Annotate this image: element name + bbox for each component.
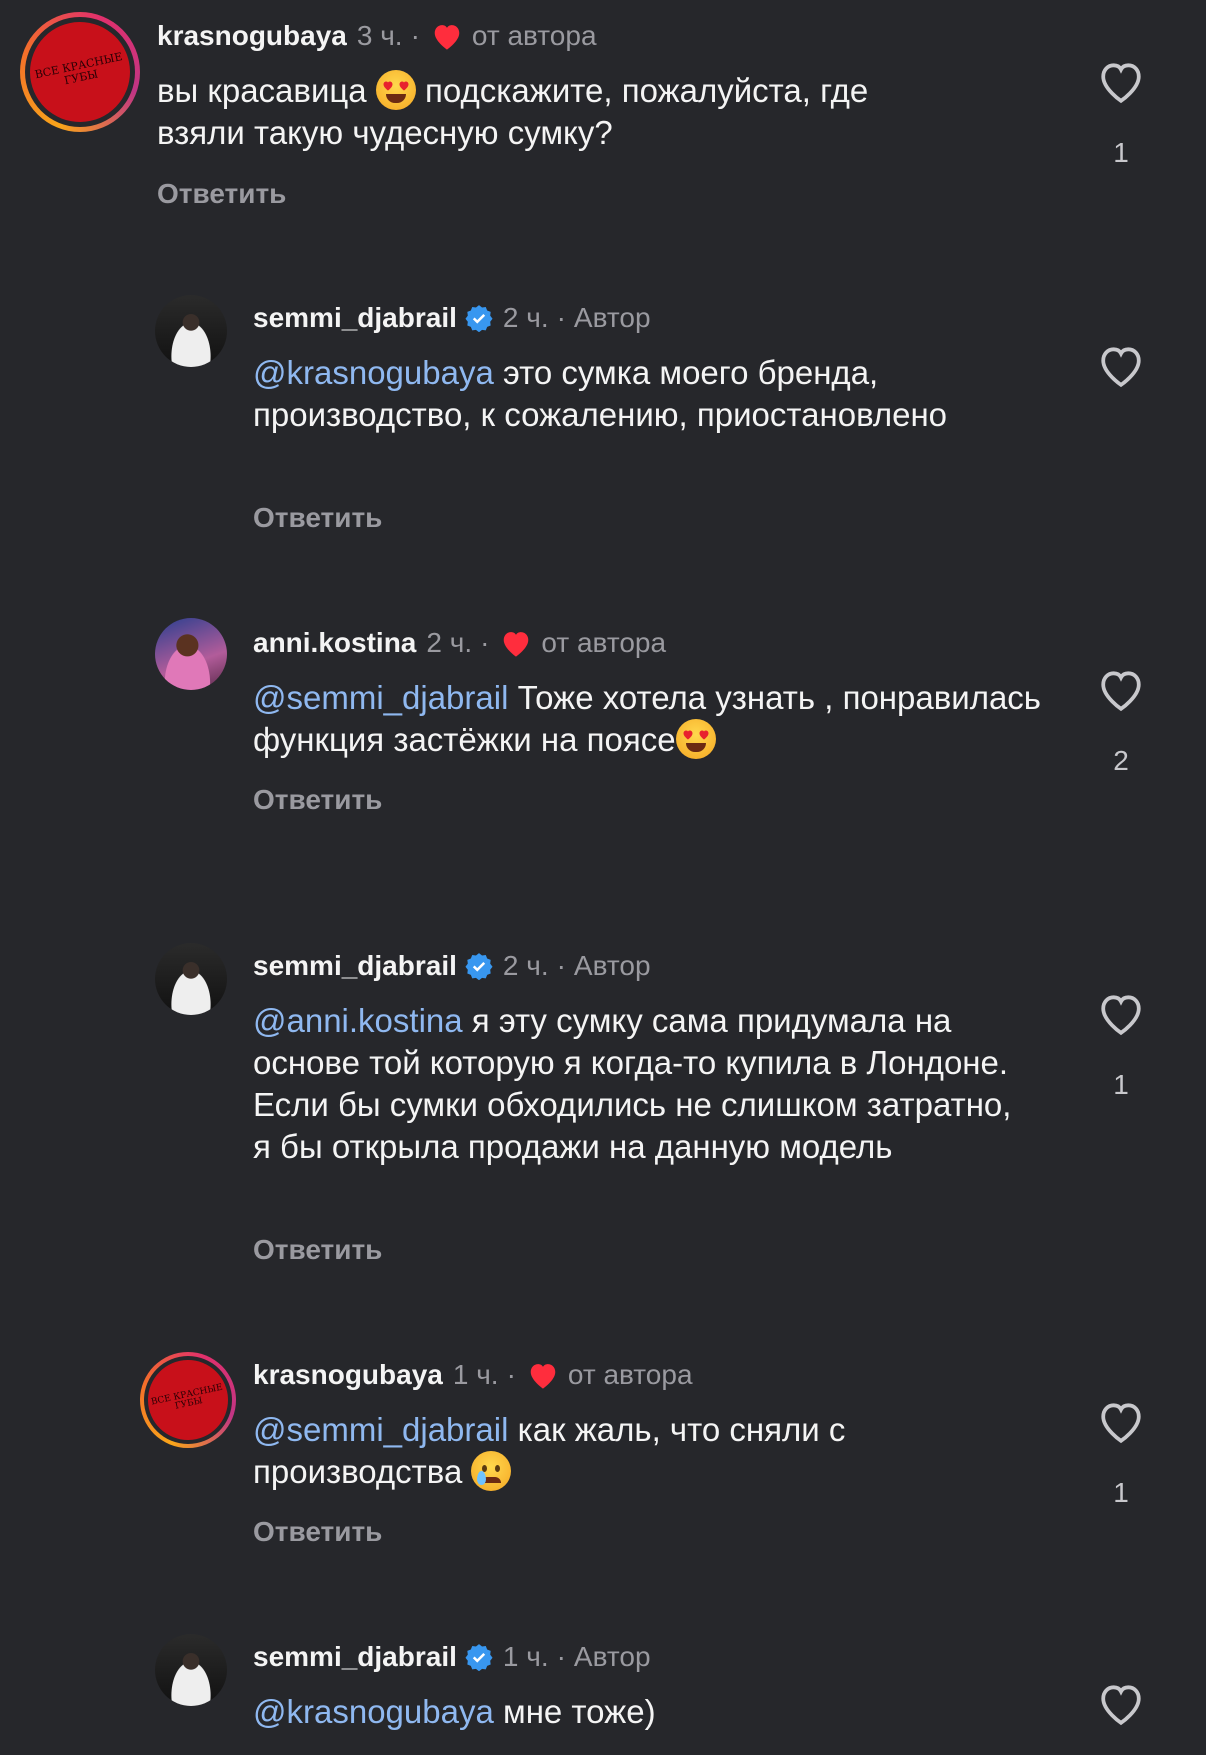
like-control [1094, 342, 1148, 393]
avatar[interactable]: ВСЕ КРАСНЫЕ ГУБЫ [140, 1352, 236, 1448]
comment-username[interactable]: semmi_djabrail [253, 302, 457, 334]
comment-text: вы красавица подскажите, пожалуйста, где… [157, 70, 869, 151]
avatar[interactable] [155, 295, 227, 367]
comment-text: @krasnogubaya мне тоже) [253, 1693, 656, 1730]
comment-username[interactable]: semmi_djabrail [253, 950, 457, 982]
like-heart-icon[interactable] [1095, 58, 1147, 104]
separator-dot: · [556, 950, 566, 981]
comment-username[interactable]: krasnogubaya [253, 1359, 443, 1391]
like-control: 1 [1094, 990, 1148, 1101]
mention-link[interactable]: @semmi_djabrail [253, 679, 508, 716]
comment-time: 2 ч. [502, 950, 549, 981]
like-count: 1 [1113, 137, 1129, 168]
like-heart-icon[interactable] [1095, 1680, 1147, 1726]
reply-button[interactable]: Ответить [157, 178, 286, 210]
comment-time: 1 ч. [452, 1359, 499, 1390]
mention-link[interactable]: @krasnogubaya [253, 354, 494, 391]
author-label: Автор [573, 1641, 651, 1672]
avatar-logo: ВСЕ КРАСНЫЕ ГУБЫ [140, 1352, 236, 1448]
mention-link[interactable]: @krasnogubaya [253, 1693, 494, 1730]
avatar[interactable] [155, 618, 227, 690]
like-control: 1 [1094, 1398, 1148, 1509]
like-heart-icon[interactable] [1095, 666, 1147, 712]
reply-button[interactable]: Ответить [253, 502, 382, 534]
comment-time: 3 ч. [356, 20, 403, 51]
verified-badge-icon [465, 1644, 493, 1671]
like-count: 2 [1113, 745, 1129, 776]
mention-link[interactable]: @semmi_djabrail [253, 1411, 508, 1448]
like-heart-icon[interactable] [1095, 990, 1147, 1036]
separator-dot: · [410, 20, 420, 51]
like-control: 2 [1094, 666, 1148, 777]
reply-button[interactable]: Ответить [253, 1234, 382, 1266]
heart-eyes-emoji-icon [675, 719, 716, 759]
comment-time: 2 ч. [426, 627, 473, 658]
avatar[interactable]: ВСЕ КРАСНЫЕ ГУБЫ [20, 12, 140, 132]
reply-button[interactable]: Ответить [253, 1516, 382, 1548]
like-heart-icon[interactable] [1095, 342, 1147, 388]
comment-text: @semmi_djabrail как жаль, что сняли с пр… [253, 1411, 846, 1491]
avatar[interactable] [155, 943, 227, 1015]
separator-dot: · [506, 1359, 516, 1390]
like-heart-icon[interactable] [1095, 1398, 1147, 1444]
like-control [1094, 1680, 1148, 1731]
author-label: Автор [573, 302, 651, 333]
heart-eyes-emoji-icon [375, 70, 416, 110]
separator-dot: · [556, 302, 566, 333]
separator-dot: · [556, 1641, 566, 1672]
liked-by-author-label: от автора [471, 20, 597, 51]
liked-by-author-label: от автора [567, 1359, 693, 1390]
separator-dot: · [480, 627, 490, 658]
verified-badge-icon [465, 953, 493, 980]
like-count: 1 [1113, 1069, 1129, 1100]
liked-by-author-heart-icon [530, 1364, 556, 1389]
comment-text: @krasnogubaya это сумка моего бренда, пр… [253, 354, 948, 433]
avatar[interactable] [155, 1634, 227, 1706]
liked-by-author-heart-icon [434, 25, 460, 50]
comment-text: @anni.kostina я эту сумку сама придумала… [253, 1002, 1012, 1165]
comment-username[interactable]: semmi_djabrail [253, 1641, 457, 1673]
liked-by-author-heart-icon [504, 632, 529, 657]
comment-username[interactable]: anni.kostina [253, 627, 416, 659]
verified-badge-icon [465, 305, 493, 332]
reply-button[interactable]: Ответить [253, 784, 382, 816]
like-count: 1 [1113, 1477, 1129, 1508]
avatar-logo: ВСЕ КРАСНЫЕ ГУБЫ [20, 12, 140, 132]
comment-username[interactable]: krasnogubaya [157, 20, 347, 52]
comment-time: 2 ч. [502, 302, 549, 333]
comment-time: 1 ч. [502, 1641, 549, 1672]
comment-text: @semmi_djabrail Тоже хотела узнать , пон… [253, 679, 1042, 759]
like-control: 1 [1094, 58, 1148, 169]
mention-link[interactable]: @anni.kostina [253, 1002, 463, 1039]
crying-emoji-icon [471, 1451, 512, 1491]
liked-by-author-label: от автора [541, 627, 667, 658]
author-label: Автор [573, 950, 651, 981]
